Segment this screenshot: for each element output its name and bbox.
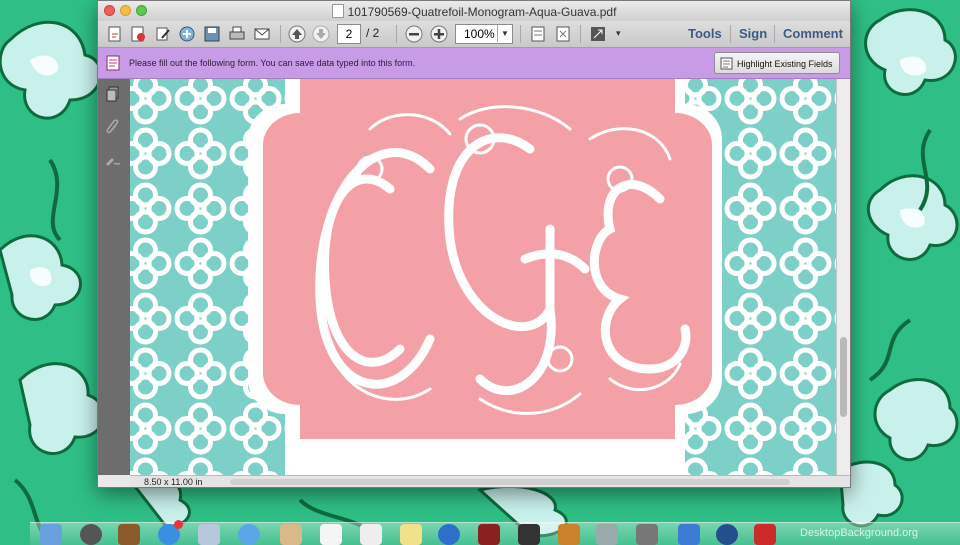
iphoto-icon[interactable] — [558, 524, 580, 545]
convert-pdf-icon[interactable] — [129, 25, 147, 43]
mail-icon[interactable] — [198, 524, 220, 545]
pdf-file-icon — [331, 4, 344, 18]
chevron-down-icon[interactable]: ▼ — [497, 25, 512, 42]
window-title-text: 101790569-Quatrefoil-Monogram-Aqua-Guava… — [347, 5, 617, 19]
scrollbar-thumb[interactable] — [840, 337, 847, 417]
zoom-in-icon[interactable] — [430, 25, 448, 43]
finder-icon[interactable] — [40, 524, 62, 545]
comment-pane-button[interactable]: Comment — [783, 26, 843, 41]
word-icon[interactable] — [678, 524, 700, 545]
navigation-sidebar — [98, 79, 130, 475]
scrolling-mode-icon[interactable] — [529, 25, 547, 43]
safari-icon[interactable] — [238, 524, 260, 545]
launchpad-icon[interactable] — [80, 524, 102, 545]
page-total: / 2 — [366, 26, 380, 40]
page-size-label: 8.50 x 11.00 in — [144, 477, 203, 487]
save-icon[interactable] — [203, 25, 221, 43]
full-screen-icon[interactable] — [589, 25, 607, 43]
form-message-bar: Please fill out the following form. You … — [98, 48, 850, 79]
quatrefoil-monogram-artwork — [130, 79, 836, 475]
imovie-icon[interactable] — [518, 524, 540, 545]
edit-icon[interactable] — [154, 25, 172, 43]
page-thumbnails-icon[interactable] — [105, 86, 121, 102]
acrobat-icon[interactable] — [754, 524, 776, 545]
calendar-icon[interactable] — [320, 524, 342, 545]
vertical-scrollbar[interactable] — [836, 79, 850, 475]
itunes-icon[interactable] — [438, 524, 460, 545]
email-icon[interactable] — [253, 25, 271, 43]
preview-icon[interactable] — [596, 524, 618, 545]
toolbar: 2 / 2 100% ▼ ▾ Tools Sign Comment — [98, 21, 850, 48]
pdf-viewer-window: 101790569-Quatrefoil-Monogram-Aqua-Guava… — [97, 0, 851, 488]
signatures-icon[interactable] — [104, 152, 122, 168]
previous-page-icon[interactable] — [288, 25, 306, 43]
utility-icon[interactable] — [636, 524, 658, 545]
toolbar-separator — [580, 25, 581, 43]
page-number-input[interactable]: 2 — [337, 24, 361, 44]
highlight-fields-icon — [720, 57, 733, 70]
highlight-existing-fields-label: Highlight Existing Fields — [737, 59, 833, 69]
document-page[interactable] — [130, 79, 836, 475]
tools-pane-button[interactable]: Tools — [688, 26, 722, 41]
toolbar-separator — [520, 25, 521, 43]
title-bar[interactable]: 101790569-Quatrefoil-Monogram-Aqua-Guava… — [98, 1, 850, 22]
photo-booth-icon[interactable] — [478, 524, 500, 545]
zoom-out-icon[interactable] — [405, 25, 423, 43]
toolbar-separator — [396, 25, 397, 43]
create-pdf-icon[interactable] — [106, 25, 124, 43]
toolbar-separator — [280, 25, 281, 43]
form-message-text: Please fill out the following form. You … — [129, 58, 416, 68]
toolbar-overflow-icon[interactable]: ▾ — [616, 28, 621, 39]
highlight-existing-fields-button[interactable]: Highlight Existing Fields — [714, 52, 840, 74]
watermark-text: DesktopBackground.org — [800, 527, 919, 539]
attachments-icon[interactable] — [105, 119, 121, 135]
print-icon[interactable] — [228, 25, 246, 43]
toolbar-separator — [730, 25, 731, 43]
reminders-icon[interactable] — [360, 524, 382, 545]
status-bar: 8.50 x 11.00 in — [130, 475, 850, 487]
horizontal-scrollbar[interactable] — [230, 479, 790, 485]
fit-page-icon[interactable] — [554, 25, 572, 43]
sign-pane-button[interactable]: Sign — [739, 26, 767, 41]
share-icon[interactable] — [178, 25, 196, 43]
form-document-icon — [106, 55, 120, 71]
app-store-icon[interactable] — [158, 520, 183, 545]
window-title: 101790569-Quatrefoil-Monogram-Aqua-Guava… — [98, 4, 850, 19]
toolbar-separator — [774, 25, 775, 43]
notification-badge — [174, 520, 183, 529]
next-page-icon[interactable] — [312, 25, 330, 43]
notes-icon[interactable] — [400, 524, 422, 545]
settings-icon[interactable] — [716, 524, 738, 545]
contacts-icon[interactable] — [280, 524, 302, 545]
photo-app-icon[interactable] — [118, 524, 140, 545]
